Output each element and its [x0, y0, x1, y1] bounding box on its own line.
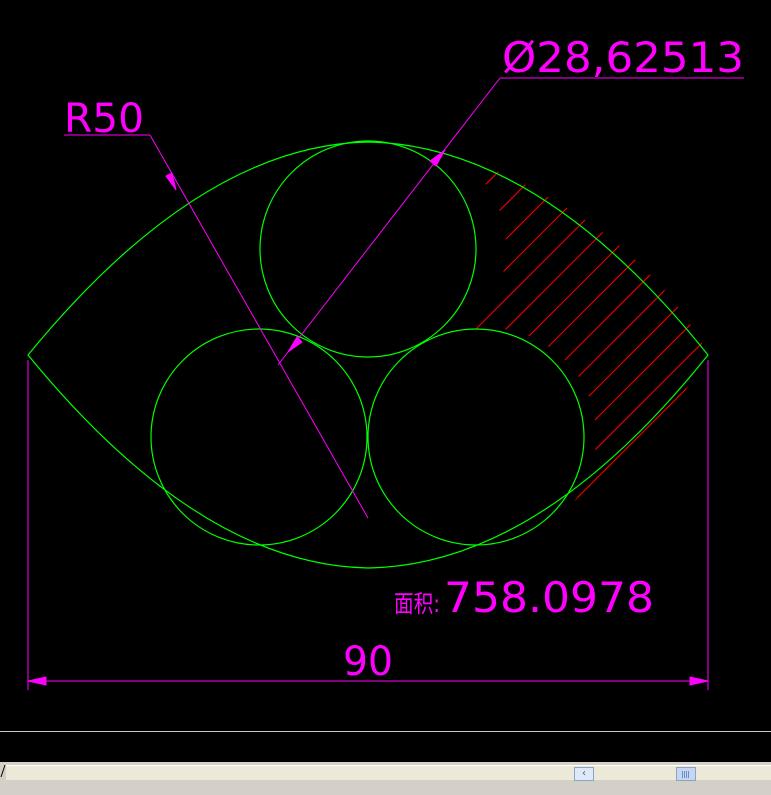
radius-label: R50 — [64, 96, 144, 142]
diameter-dimension — [277, 77, 744, 366]
radius-dimension — [64, 134, 369, 519]
area-prefix: 面积: — [394, 590, 440, 618]
cad-drawing-canvas[interactable]: R50 Ø28,62513 面积: 758.0978 90 — [0, 0, 771, 730]
bottom-right-circle — [367, 328, 585, 546]
lens-outline — [27, 141, 709, 569]
area-value: 758.0978 — [444, 573, 654, 622]
bottom-left-circle — [150, 328, 368, 546]
chevron-left-icon: ‹ — [582, 768, 586, 779]
diameter-label: Ø28,62513 — [502, 33, 744, 82]
grip-icon — [682, 771, 690, 778]
scroll-left-button[interactable]: ‹ — [574, 767, 594, 781]
hatch-region — [440, 148, 708, 528]
command-line-area[interactable] — [0, 732, 771, 762]
scrollbar-track[interactable]: ‹ — [6, 765, 771, 781]
width-label: 90 — [343, 639, 393, 685]
horizontal-scrollbar[interactable]: ‹ — [0, 762, 771, 795]
scrollbar-thumb[interactable] — [676, 767, 696, 781]
